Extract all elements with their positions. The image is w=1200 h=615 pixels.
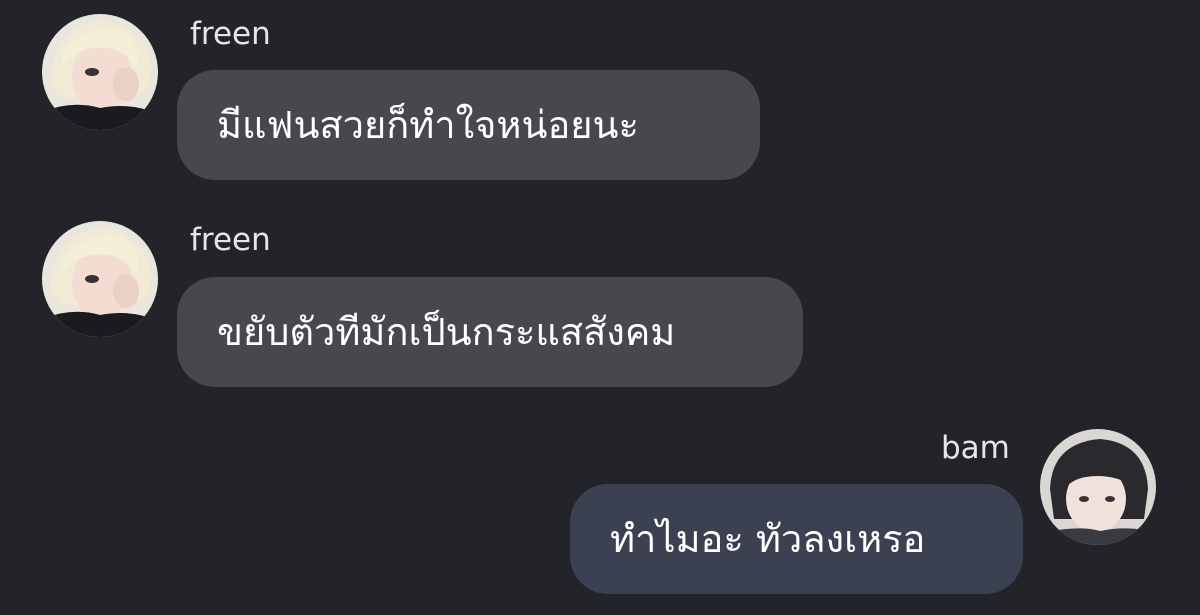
avatar-bam[interactable] xyxy=(1040,429,1156,545)
message-bubble-incoming[interactable]: ขยับตัวทีมักเป็นกระแสสังคม xyxy=(177,277,803,387)
message-bubble-incoming[interactable]: มีแฟนสวยก็ทำใจหน่อยนะ xyxy=(177,70,760,180)
avatar-freen[interactable] xyxy=(42,14,158,130)
message-bubble-outgoing[interactable]: ทำไมอะ ทัวลงเหรอ xyxy=(570,484,1023,594)
sender-name: bam xyxy=(941,430,1010,466)
sender-name: freen xyxy=(190,16,271,52)
avatar-freen[interactable] xyxy=(42,221,158,337)
sender-name: freen xyxy=(190,222,271,258)
